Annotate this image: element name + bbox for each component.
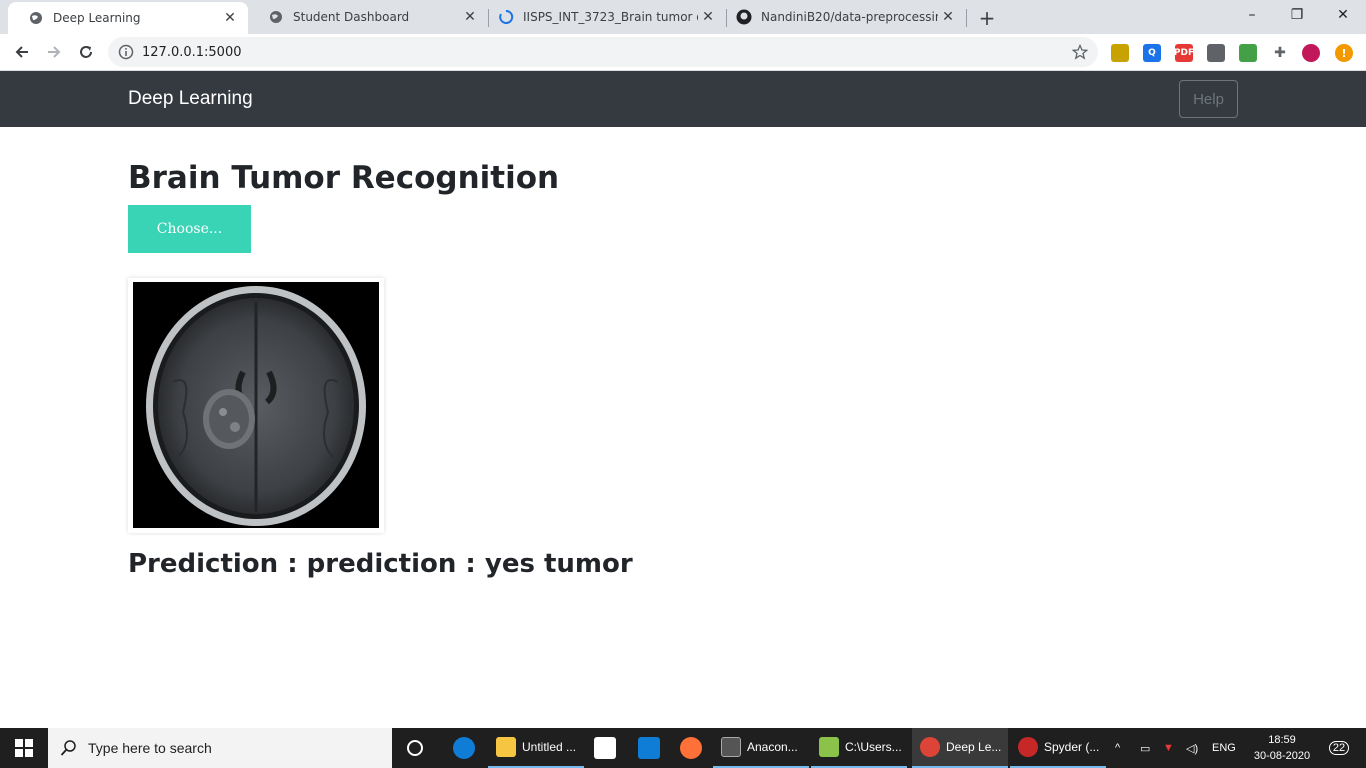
action-center-button[interactable]: 22 xyxy=(1324,728,1354,768)
globe-icon xyxy=(268,9,284,25)
spyder-icon xyxy=(1018,737,1038,757)
extension-search-icon[interactable]: Q xyxy=(1143,44,1161,62)
store-button[interactable] xyxy=(594,728,616,768)
extension-edit-icon[interactable] xyxy=(1207,44,1225,62)
mail-icon xyxy=(638,737,660,759)
taskbar-app-label: Spyder (... xyxy=(1044,740,1100,754)
taskbar-app-file-explorer[interactable]: Untitled ... xyxy=(488,728,584,768)
extensions-puzzle-icon[interactable]: ✚ xyxy=(1271,44,1289,62)
github-icon xyxy=(736,9,752,25)
taskbar-app-anaconda[interactable]: Anacon... xyxy=(713,728,809,768)
arrow-left-icon xyxy=(15,46,28,58)
language-indicator[interactable]: ENG xyxy=(1212,728,1236,768)
taskbar-app-label: Untitled ... xyxy=(522,740,577,754)
firefox-icon xyxy=(680,737,702,759)
extension-pdf-icon[interactable]: PDF xyxy=(1174,44,1194,62)
notepad-icon xyxy=(819,737,839,757)
choose-file-button[interactable]: Choose... xyxy=(128,205,251,253)
volume-icon[interactable]: ◁) xyxy=(1186,728,1198,768)
tab-iisps-brain-tumor[interactable]: IISPS_INT_3723_Brain tumor dete ✕ xyxy=(478,0,727,34)
close-tab-icon[interactable]: ✕ xyxy=(460,7,480,27)
taskbar-app-label: Anacon... xyxy=(747,740,798,754)
tab-student-dashboard[interactable]: Student Dashboard ✕ xyxy=(248,0,489,34)
globe-icon xyxy=(28,10,44,26)
prediction-result: Prediction : prediction : yes tumor xyxy=(128,549,633,579)
restore-button[interactable]: ❐ xyxy=(1274,0,1320,30)
edge-button[interactable] xyxy=(453,728,475,768)
windows-taskbar: Type here to search Untitled ... Anacon.… xyxy=(0,728,1366,768)
clock-date: 30-08-2020 xyxy=(1253,750,1311,762)
close-tab-icon[interactable]: ✕ xyxy=(220,8,240,28)
taskbar-clock[interactable]: 18:59 30-08-2020 xyxy=(1252,732,1312,764)
navbar-brand[interactable]: Deep Learning xyxy=(128,88,253,110)
taskbar-app-chrome[interactable]: Deep Le... xyxy=(912,728,1008,768)
extension-download-icon[interactable] xyxy=(1239,44,1257,62)
reload-button[interactable] xyxy=(72,38,100,66)
forward-button[interactable] xyxy=(40,38,68,66)
tab-title: Deep Learning xyxy=(53,11,141,25)
show-hidden-icons-button[interactable]: ^ xyxy=(1115,728,1120,768)
close-window-button[interactable]: ✕ xyxy=(1320,0,1366,30)
close-tab-icon[interactable]: ✕ xyxy=(938,7,958,27)
tab-title: NandiniB20/data-preprocessing xyxy=(761,10,938,24)
back-button[interactable] xyxy=(8,38,36,66)
battery-icon[interactable]: ▭ xyxy=(1140,728,1150,768)
search-icon xyxy=(60,740,76,756)
minimize-button[interactable]: – xyxy=(1229,0,1275,30)
page-title: Brain Tumor Recognition xyxy=(128,160,560,196)
terminal-icon xyxy=(721,737,741,757)
taskbar-app-spyder[interactable]: Spyder (... xyxy=(1010,728,1106,768)
profile-avatar[interactable] xyxy=(1302,44,1320,62)
store-icon xyxy=(594,737,616,759)
mail-button[interactable] xyxy=(638,728,660,768)
tab-title: Student Dashboard xyxy=(293,10,410,24)
mri-scan-image xyxy=(133,282,379,528)
new-tab-button[interactable]: + xyxy=(974,5,1000,31)
taskbar-search-input[interactable]: Type here to search xyxy=(48,728,392,768)
start-button[interactable] xyxy=(0,728,48,768)
address-bar[interactable]: 127.0.0.1:5000 xyxy=(108,37,1098,67)
tab-title: IISPS_INT_3723_Brain tumor dete xyxy=(523,10,698,24)
app-navbar: Deep Learning Help xyxy=(0,71,1366,127)
image-preview xyxy=(128,278,384,533)
bookmark-star-icon[interactable] xyxy=(1072,44,1088,60)
tab-deep-learning[interactable]: Deep Learning ✕ xyxy=(8,2,248,34)
loading-spinner-icon xyxy=(498,9,514,25)
cortana-button[interactable] xyxy=(406,728,424,768)
tab-github-repo[interactable]: NandiniB20/data-preprocessing ✕ xyxy=(716,0,967,34)
taskbar-app-label: Deep Le... xyxy=(946,740,1002,754)
reload-icon xyxy=(80,46,92,58)
extension-folder-icon[interactable] xyxy=(1111,44,1129,62)
update-alert-icon[interactable]: ! xyxy=(1335,44,1353,62)
windows-logo-icon xyxy=(15,739,33,757)
browser-tab-strip: Deep Learning ✕ Student Dashboard ✕ IISP… xyxy=(0,0,1366,34)
arrow-right-icon xyxy=(48,46,61,58)
clock-time: 18:59 xyxy=(1268,734,1296,746)
browser-toolbar: 127.0.0.1:5000 Q PDF ✚ ! xyxy=(0,34,1366,71)
taskbar-app-notepad[interactable]: C:\Users... xyxy=(811,728,907,768)
notification-count: 22 xyxy=(1328,741,1350,755)
help-button[interactable]: Help xyxy=(1179,80,1238,118)
close-tab-icon[interactable]: ✕ xyxy=(698,7,718,27)
edge-icon xyxy=(453,737,475,759)
file-explorer-icon xyxy=(496,737,516,757)
cortana-icon xyxy=(407,740,423,756)
url-text: 127.0.0.1:5000 xyxy=(142,44,242,60)
taskbar-app-label: C:\Users... xyxy=(845,740,902,754)
chrome-icon xyxy=(920,737,940,757)
network-icon[interactable]: ▼ xyxy=(1163,728,1174,768)
search-placeholder: Type here to search xyxy=(88,740,212,756)
info-icon[interactable] xyxy=(118,44,134,60)
firefox-button[interactable] xyxy=(680,728,702,768)
